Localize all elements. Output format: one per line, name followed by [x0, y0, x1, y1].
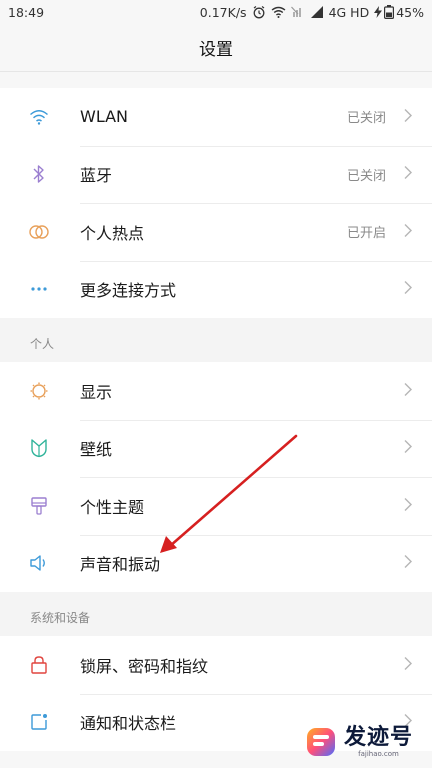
notification-icon [28, 711, 50, 733]
theme-brush-icon [28, 495, 50, 517]
bluetooth-icon [28, 163, 50, 185]
watermark-brand: 发迹号 [344, 724, 414, 750]
chevron-right-icon [404, 439, 412, 458]
section-header-personal-text: 个人 [30, 337, 55, 351]
status-time: 18:49 [8, 4, 45, 20]
lock-icon [28, 654, 50, 676]
no-signal-icon [290, 6, 305, 18]
notification-label: 通知和状态栏 [80, 714, 177, 734]
hotspot-label: 个人热点 [80, 223, 145, 243]
watermark-text: 发迹号 fajihao.com [344, 724, 414, 759]
chevron-right-icon [404, 381, 412, 400]
status-icons: 0.17K/s 4G HD 45% [200, 5, 424, 20]
wifi-icon [28, 106, 50, 128]
more-connections-item[interactable]: 更多连接方式 [0, 260, 432, 319]
section-header-personal: 个人 [0, 318, 432, 362]
title-divider [0, 71, 432, 72]
hotspot-icon [28, 221, 50, 243]
sound-vibration-label: 声音和振动 [80, 555, 161, 575]
lockscreen-item[interactable]: 锁屏、密码和指纹 [0, 636, 432, 694]
bluetooth-item[interactable]: 蓝牙 已关闭 [0, 145, 432, 204]
bluetooth-label: 蓝牙 [80, 166, 113, 186]
chevron-right-icon [404, 165, 412, 184]
brand-logo-icon [307, 728, 335, 756]
display-label: 显示 [80, 382, 113, 402]
wallpaper-icon [28, 437, 50, 459]
watermark-logo: 发迹号 fajihao.com [304, 720, 426, 764]
status-bar: 18:49 0.17K/s 4G HD 45% [0, 0, 432, 24]
more-dots-icon [28, 278, 50, 300]
display-item[interactable]: 显示 [0, 362, 432, 420]
charging-icon [374, 6, 383, 18]
theme-item[interactable]: 个性主题 [0, 477, 432, 535]
chevron-right-icon [404, 496, 412, 515]
more-connections-label: 更多连接方式 [80, 281, 177, 301]
wallpaper-item[interactable]: 壁纸 [0, 419, 432, 478]
battery-icon [384, 5, 395, 19]
brightness-icon [28, 380, 50, 402]
network-section: WLAN 已关闭 蓝牙 已关闭 个人热点 已开启 更多连接方式 [0, 88, 432, 318]
battery-indicator: 45% [374, 5, 424, 20]
sound-vibration-item[interactable]: 声音和振动 [0, 534, 432, 593]
speaker-icon [28, 552, 50, 574]
section-header-system-text: 系统和设备 [30, 611, 91, 625]
chevron-right-icon [404, 655, 412, 674]
page-title: 设置 [0, 24, 432, 70]
wlan-item[interactable]: WLAN 已关闭 [0, 88, 432, 146]
watermark-domain: fajihao.com [358, 749, 399, 758]
signal-strength-icon [310, 6, 324, 18]
chevron-right-icon [404, 554, 412, 573]
chevron-right-icon [404, 107, 412, 126]
chevron-right-icon [404, 280, 412, 299]
bluetooth-status: 已关闭 [346, 168, 386, 184]
wlan-status: 已关闭 [346, 111, 386, 127]
theme-label: 个性主题 [80, 497, 145, 517]
page-title-text: 设置 [199, 39, 233, 60]
personal-section: 显示 壁纸 个性主题 声音和振动 [0, 362, 432, 592]
wlan-label: WLAN [80, 107, 129, 127]
hotspot-status: 已开启 [346, 226, 386, 242]
alarm-icon [252, 5, 266, 19]
hotspot-item[interactable]: 个人热点 已开启 [0, 203, 432, 261]
lockscreen-label: 锁屏、密码和指纹 [80, 656, 209, 676]
wifi-status-icon [271, 6, 286, 18]
wallpaper-label: 壁纸 [80, 440, 113, 460]
network-speed: 0.17K/s [199, 4, 247, 20]
battery-percent: 45% [396, 4, 424, 20]
section-header-system: 系统和设备 [0, 592, 432, 636]
network-type: 4G HD [328, 4, 370, 20]
chevron-right-icon [404, 222, 412, 241]
